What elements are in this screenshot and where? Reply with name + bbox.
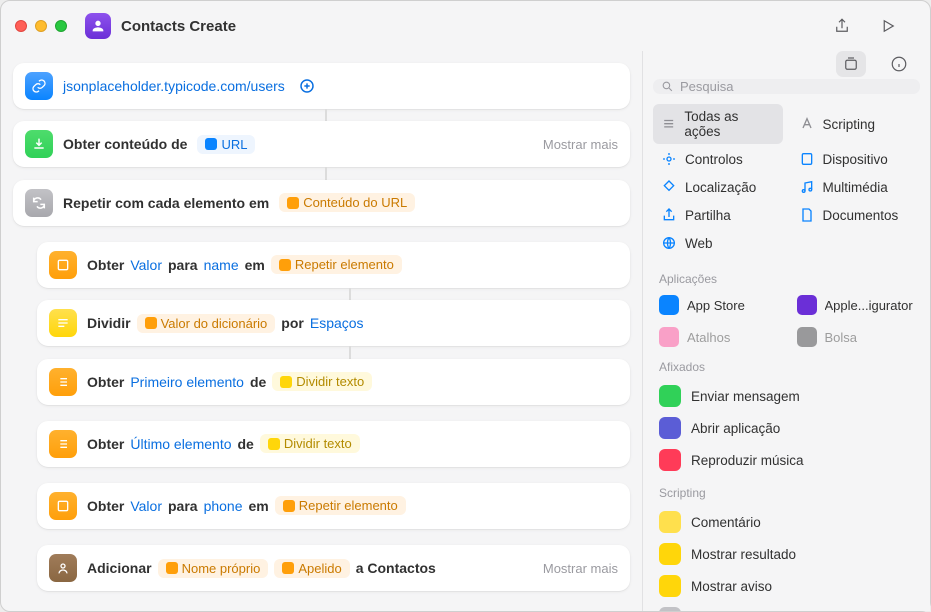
url-contents-pill[interactable]: Conteúdo do URL xyxy=(279,193,415,212)
add-contact-card[interactable]: Adicionar Nome próprio Apelido a Contact… xyxy=(37,545,630,591)
shortcut-app-icon xyxy=(85,13,111,39)
action-label: Obter conteúdo de xyxy=(63,136,187,152)
connector-line xyxy=(349,346,351,358)
app-app-store[interactable]: App Store xyxy=(653,290,783,320)
dict-value-pill[interactable]: Valor do dicionário xyxy=(137,314,276,333)
sidebar-toolbar xyxy=(643,51,930,77)
apps-grid: App Store Apple...igurator Atalhos Bolsa xyxy=(643,290,930,352)
repeat-action-card[interactable]: Repetir com cada elemento em Conteúdo do… xyxy=(13,180,630,226)
url-value[interactable]: jsonplaceholder.typicode.com/users xyxy=(63,78,285,94)
action-label: Repetir com cada elemento em xyxy=(63,195,269,211)
app-apple-igurator[interactable]: Apple...igurator xyxy=(791,290,921,320)
get-contents-action-card[interactable]: Obter conteúdo de URL Mostrar mais xyxy=(13,121,630,167)
share-button[interactable] xyxy=(828,13,856,39)
pinned-actions-list: Enviar mensagemAbrir aplicaçãoReproduzir… xyxy=(643,378,930,478)
get-dictionary-value-card[interactable]: Obter Valor para name em Repetir element… xyxy=(37,242,630,288)
category-multimédia[interactable]: Multimédia xyxy=(791,174,921,200)
minimize-window-button[interactable] xyxy=(35,20,47,32)
scripting-section-header: Scripting xyxy=(643,478,930,504)
url-action-card[interactable]: jsonplaceholder.typicode.com/users xyxy=(13,63,630,109)
traffic-lights xyxy=(15,20,67,32)
action-comentário[interactable]: Comentário xyxy=(653,506,920,538)
split-text-pill[interactable]: Dividir texto xyxy=(260,434,360,453)
action-enviar-mensagem[interactable]: Enviar mensagem xyxy=(653,380,920,412)
split-text-pill[interactable]: Dividir texto xyxy=(272,372,372,391)
category-localização[interactable]: Localização xyxy=(653,174,783,200)
download-icon xyxy=(25,130,53,158)
url-variable-pill[interactable]: URL xyxy=(197,135,255,154)
category-controlos[interactable]: Controlos xyxy=(653,146,783,172)
last-name-pill[interactable]: Apelido xyxy=(274,559,349,578)
library-tab-button[interactable] xyxy=(836,51,866,77)
category-web[interactable]: Web xyxy=(653,230,783,256)
action-reproduzir-música[interactable]: Reproduzir música xyxy=(653,444,920,476)
repeat-item-pill[interactable]: Repetir elemento xyxy=(271,255,402,274)
contacts-icon xyxy=(49,554,77,582)
link-icon xyxy=(25,72,53,100)
editor-body: jsonplaceholder.typicode.com/users Obter… xyxy=(1,51,930,611)
category-partilha[interactable]: Partilha xyxy=(653,202,783,228)
category-scripting[interactable]: Scripting xyxy=(791,104,921,144)
get-phone-value-card[interactable]: Obter Valor para phone em Repetir elemen… xyxy=(37,483,630,529)
text-icon xyxy=(49,309,77,337)
category-dispositivo[interactable]: Dispositivo xyxy=(791,146,921,172)
editor-toolbar xyxy=(828,13,902,39)
connector-line xyxy=(349,288,351,300)
action-mostrar-aviso[interactable]: Mostrar aviso xyxy=(653,570,920,602)
category-documentos[interactable]: Documentos xyxy=(791,202,921,228)
show-more-toggle[interactable]: Mostrar mais xyxy=(543,137,618,152)
repeat-item-pill[interactable]: Repetir elemento xyxy=(275,496,406,515)
categories-grid: Todas as açõesScripting Controlos Disposit… xyxy=(643,104,930,264)
connector-line xyxy=(325,167,327,179)
app-atalhos[interactable]: Atalhos xyxy=(653,322,783,352)
info-tab-button[interactable] xyxy=(884,51,914,77)
get-first-item-card[interactable]: Obter Primeiro elemento de Dividir texto xyxy=(37,359,630,405)
dictionary-icon xyxy=(49,492,77,520)
pinned-section-header: Afixados xyxy=(643,352,930,378)
connector-line xyxy=(325,109,327,121)
get-last-item-card[interactable]: Obter Último elemento de Dividir texto xyxy=(37,421,630,467)
dictionary-icon xyxy=(49,251,77,279)
repeat-icon xyxy=(25,189,53,217)
list-icon xyxy=(49,430,77,458)
app-bolsa[interactable]: Bolsa xyxy=(791,322,921,352)
library-search-input[interactable]: Pesquisa xyxy=(653,79,920,94)
add-url-button[interactable] xyxy=(295,74,319,98)
show-more-toggle[interactable]: Mostrar mais xyxy=(543,561,618,576)
category-todas-as-ações[interactable]: Todas as ações xyxy=(653,104,783,144)
run-button[interactable] xyxy=(874,13,902,39)
search-placeholder: Pesquisa xyxy=(680,79,733,94)
action-mostrar-resultado[interactable]: Mostrar resultado xyxy=(653,538,920,570)
fullscreen-window-button[interactable] xyxy=(55,20,67,32)
action-pedir-entrada[interactable]: Pedir entrada xyxy=(653,602,920,611)
actions-sidebar: Pesquisa Todas as açõesScriptingControlo… xyxy=(642,51,930,611)
first-name-pill[interactable]: Nome próprio xyxy=(158,559,269,578)
split-text-card[interactable]: Dividir Valor do dicionário por Espaços xyxy=(37,300,630,346)
titlebar: Contacts Create xyxy=(1,1,930,51)
shortcut-title[interactable]: Contacts Create xyxy=(121,18,236,35)
shortcuts-editor-window: Contacts Create jsonplaceholder.typicode… xyxy=(0,0,931,612)
close-window-button[interactable] xyxy=(15,20,27,32)
apps-section-header: Aplicações xyxy=(643,264,930,290)
workflow-canvas[interactable]: jsonplaceholder.typicode.com/users Obter… xyxy=(1,51,642,611)
search-icon xyxy=(661,80,674,93)
list-icon xyxy=(49,368,77,396)
action-abrir-aplicação[interactable]: Abrir aplicação xyxy=(653,412,920,444)
scripting-actions-list: ComentárioMostrar resultadoMostrar aviso… xyxy=(643,504,930,611)
